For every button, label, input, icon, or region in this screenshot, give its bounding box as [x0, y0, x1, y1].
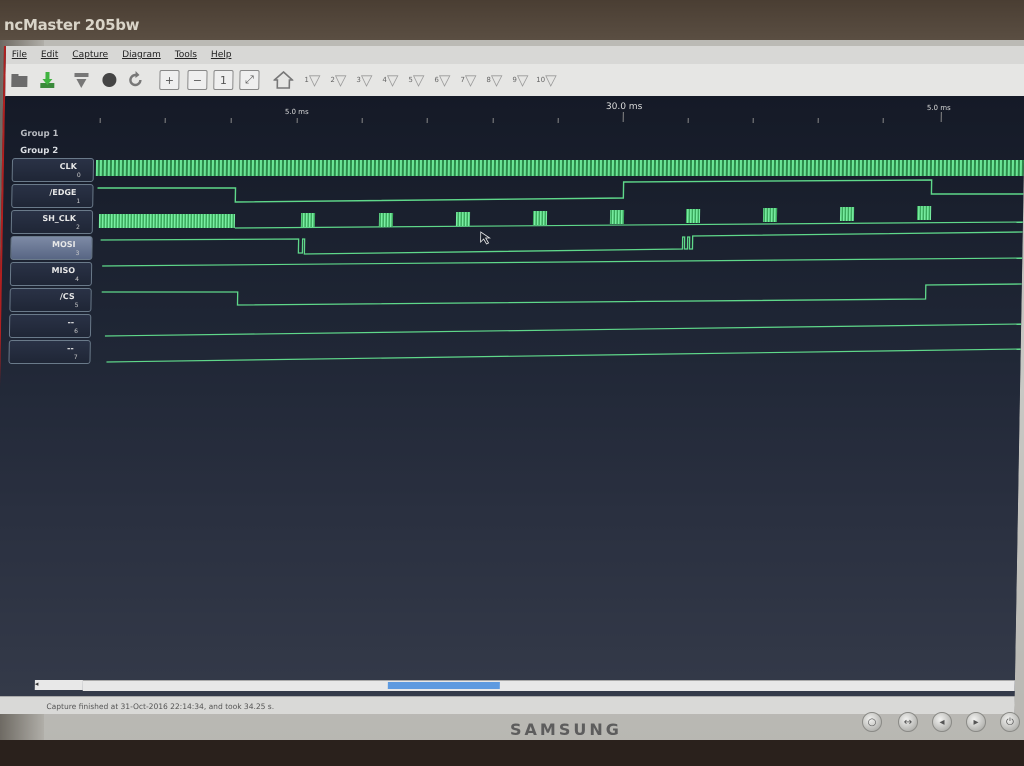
refresh-icon[interactable] [125, 70, 145, 90]
sh-clk-burst [532, 211, 548, 225]
marker-6-icon[interactable]: 6 ▽ [432, 70, 452, 90]
edge-trace [97, 179, 1024, 203]
sh-clk-baseline [234, 221, 1023, 229]
desk-background [0, 740, 1024, 766]
sh-clk-burst [455, 212, 471, 226]
status-text: Capture finished at 31-Oct-2016 22:14:34… [46, 701, 275, 711]
scroll-left-button[interactable]: ◂ [34, 680, 83, 690]
menu-capture[interactable]: Capture [72, 50, 108, 60]
clk-trace [95, 160, 1024, 176]
cs-trace [101, 283, 1022, 306]
mosi-trace [100, 231, 1023, 255]
trigger-icon[interactable] [71, 70, 91, 90]
marker-8-icon[interactable]: 8 ▽ [484, 70, 504, 90]
monitor-button-icon[interactable]: ↔ [898, 712, 918, 732]
sh-clk-burst [300, 213, 316, 227]
monitor-button-icon[interactable]: ◂ [932, 712, 952, 732]
marker-9-icon[interactable]: 9 ▽ [510, 70, 530, 90]
open-folder-icon[interactable] [9, 70, 29, 90]
mouse-cursor-icon [480, 231, 491, 245]
home-icon[interactable] [273, 70, 294, 90]
scrollbar-thumb[interactable] [387, 682, 500, 689]
monitor-brand-logo: SAMSUNG [510, 720, 622, 739]
channel-6-trace [104, 323, 1022, 337]
marker-5-icon[interactable]: 5 ▽ [406, 70, 426, 90]
monitor-top-bezel: ncMaster 205bw [0, 0, 1024, 40]
menu-tools[interactable]: Tools [175, 50, 197, 60]
monitor-model-label: ncMaster 205bw [4, 16, 140, 34]
marker-1-icon[interactable]: 1 ▽ [302, 70, 322, 90]
marker-2-icon[interactable]: 2 ▽ [328, 70, 348, 90]
menu-file[interactable]: File [12, 50, 27, 60]
waveform-traces [95, 160, 1024, 363]
horizontal-scrollbar[interactable] [82, 680, 1015, 691]
marker-7-icon[interactable]: 7 ▽ [458, 70, 478, 90]
sh-clk-burst [762, 208, 778, 222]
zoom-out-icon[interactable]: − [187, 70, 208, 90]
menu-edit[interactable]: Edit [41, 50, 59, 60]
menu-bar: File Edit Capture Diagram Tools Help [5, 46, 1024, 64]
marker-4-icon[interactable]: 4 ▽ [380, 70, 400, 90]
channel-7-trace [106, 348, 1021, 363]
zoom-in-icon[interactable]: + [159, 70, 180, 90]
sh-clk-burst [378, 213, 394, 227]
monitor-button-icon[interactable]: ▸ [966, 712, 986, 732]
toolbar: + − 1 ⤢ 1 ▽ 2 ▽ 3 ▽ 4 ▽ 5 ▽ 6 ▽ 7 ▽ 8 ▽ 9 ▽ 10 ▽ [5, 64, 1024, 97]
waveform-view[interactable]: 5.0 ms 30.0 ms 5.0 ms Group 1 Group 2 CL… [0, 96, 1024, 696]
marker-3-icon[interactable]: 3 ▽ [354, 70, 374, 90]
sh-clk-burst [98, 214, 236, 228]
power-button-icon[interactable]: ⏻ [1000, 712, 1020, 732]
sh-clk-burst [609, 210, 625, 224]
monitor-button-icon[interactable]: ○ [862, 712, 882, 732]
marker-10-icon[interactable]: 10 ▽ [536, 70, 557, 90]
menu-help[interactable]: Help [211, 50, 232, 60]
menu-diagram[interactable]: Diagram [122, 50, 161, 60]
zoom-all-icon[interactable]: ⤢ [239, 70, 260, 90]
sh-clk-burst [916, 206, 932, 220]
sh-clk-burst [839, 207, 855, 221]
zoom-fit-icon[interactable]: 1 [213, 70, 234, 90]
screen: File Edit Capture Diagram Tools Help + −… [0, 46, 1024, 714]
record-icon[interactable] [99, 70, 119, 90]
miso-trace [102, 257, 1023, 267]
sh-clk-burst [685, 209, 701, 223]
download-icon[interactable] [37, 70, 57, 90]
